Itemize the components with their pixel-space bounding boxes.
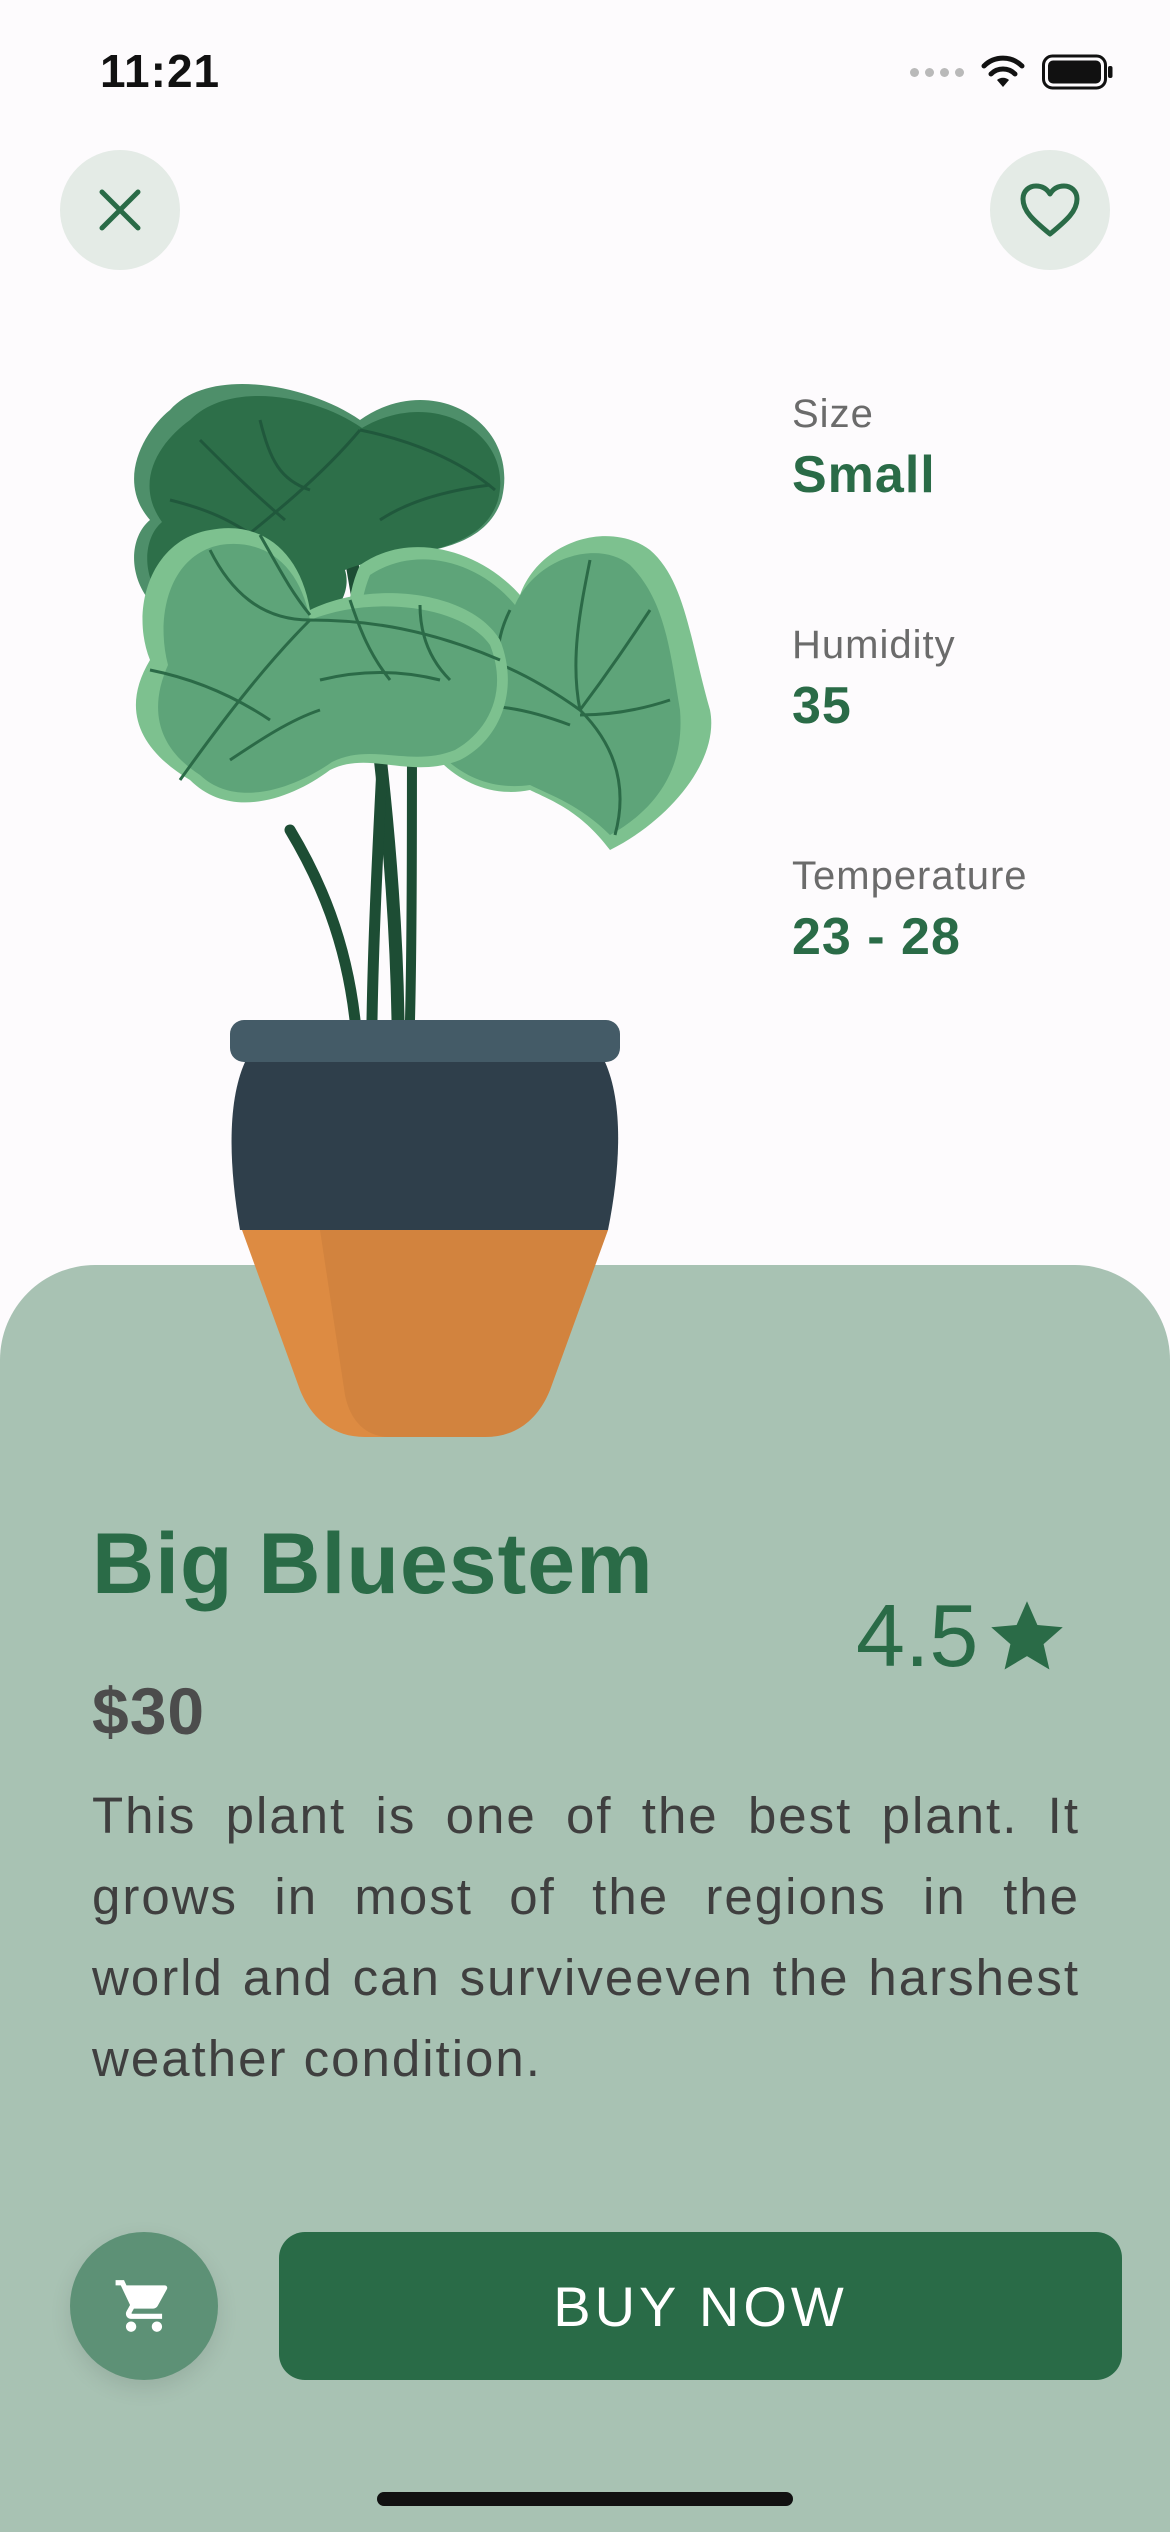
cellular-signal-icon bbox=[910, 67, 964, 77]
rating-value: 4.5 bbox=[856, 1586, 979, 1685]
cart-icon bbox=[115, 2280, 168, 2332]
spec-size-value: Small bbox=[792, 446, 936, 504]
star-icon bbox=[991, 1601, 1064, 1670]
battery-icon bbox=[1042, 54, 1113, 90]
spec-humidity: Humidity 35 bbox=[792, 623, 956, 736]
add-to-cart-button[interactable] bbox=[70, 2232, 218, 2380]
home-indicator bbox=[377, 2492, 793, 2506]
status-time: 11:21 bbox=[100, 45, 221, 97]
spec-temperature-value: 23 - 28 bbox=[792, 908, 961, 966]
spec-temperature-label: Temperature bbox=[792, 854, 1028, 898]
wifi-icon bbox=[981, 55, 1025, 87]
buy-now-button[interactable]: BUY NOW bbox=[279, 2232, 1122, 2380]
product-rating: 4.5 bbox=[856, 1585, 1066, 1687]
spec-humidity-value: 35 bbox=[792, 677, 852, 735]
heart-outline-icon bbox=[1020, 183, 1080, 237]
product-description: This plant is one of the best plant. It … bbox=[92, 1787, 1080, 2087]
spec-size: Size Small bbox=[792, 392, 936, 505]
close-icon bbox=[99, 189, 141, 231]
details-sheet-content: Big Bluestem 4.5 $30 This plant is one o… bbox=[0, 1265, 1170, 2532]
favorite-button[interactable] bbox=[990, 150, 1110, 270]
product-price: $30 bbox=[92, 1674, 206, 1748]
spec-size-label: Size bbox=[792, 392, 874, 436]
spec-temperature: Temperature 23 - 28 bbox=[792, 854, 1028, 967]
product-name: Big Bluestem bbox=[92, 1516, 654, 1612]
spec-humidity-label: Humidity bbox=[792, 623, 956, 667]
status-bar: 11:21 bbox=[0, 0, 1170, 140]
close-button[interactable] bbox=[60, 150, 180, 270]
status-icons bbox=[910, 52, 1114, 92]
